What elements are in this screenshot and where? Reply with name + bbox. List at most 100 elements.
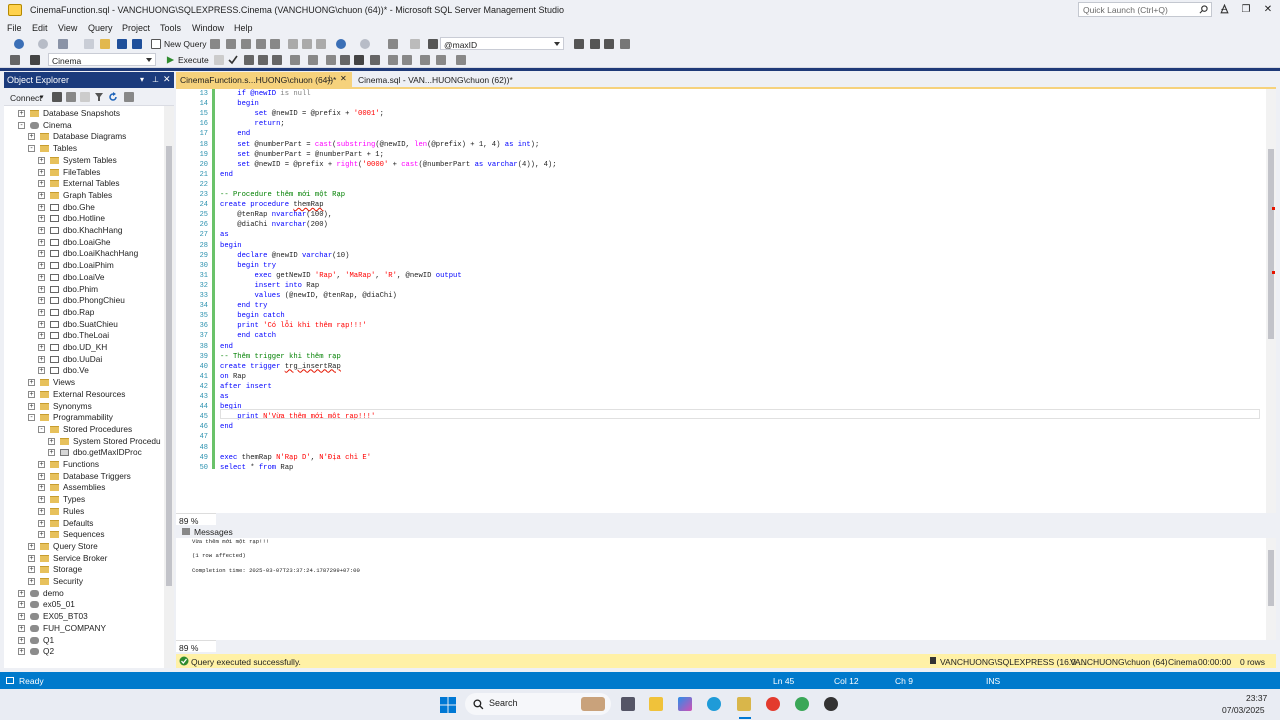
das-query-icon[interactable] <box>256 39 266 49</box>
expand-icon[interactable]: + <box>18 624 25 632</box>
open-icon[interactable] <box>84 39 94 49</box>
cut-icon[interactable] <box>288 39 298 49</box>
collapse-icon[interactable]: - <box>18 121 25 129</box>
menu-file[interactable]: File <box>7 23 22 33</box>
chrome-profile-icon[interactable] <box>795 697 809 711</box>
new-project-icon[interactable] <box>58 39 68 49</box>
find-in-files-icon[interactable] <box>574 39 584 49</box>
close-tab-icon[interactable]: ✕ <box>340 74 347 83</box>
code-line[interactable]: as <box>220 392 229 402</box>
menu-tools[interactable]: Tools <box>160 23 181 33</box>
quick-launch-input[interactable]: Quick Launch (Ctrl+Q) <box>1078 2 1212 17</box>
ssms-taskbar-icon[interactable] <box>737 697 751 711</box>
comment-icon[interactable] <box>388 55 398 65</box>
execute-button[interactable]: Execute <box>178 55 209 65</box>
code-area[interactable]: if @newID is null begin set @newID = @pr… <box>220 89 1260 513</box>
expand-icon[interactable]: + <box>38 355 45 363</box>
code-line[interactable]: begin catch <box>220 311 284 321</box>
stop-icon[interactable] <box>80 92 90 102</box>
menu-project[interactable]: Project <box>122 23 150 33</box>
messages-tab[interactable]: Messages <box>176 526 1276 538</box>
edge-icon[interactable] <box>707 697 721 711</box>
expand-icon[interactable]: + <box>18 613 25 621</box>
new-query-button[interactable]: New Query <box>164 39 207 49</box>
expand-icon[interactable]: + <box>38 367 45 375</box>
menu-query[interactable]: Query <box>88 23 113 33</box>
expand-icon[interactable]: + <box>38 180 45 188</box>
database-combo[interactable]: Cinema <box>48 53 156 66</box>
parse-icon[interactable] <box>228 55 238 65</box>
expand-icon[interactable]: + <box>38 250 45 258</box>
expand-icon[interactable]: + <box>38 168 45 176</box>
expand-icon[interactable]: + <box>38 531 45 539</box>
expand-icon[interactable]: + <box>28 390 35 398</box>
toolbox-icon[interactable] <box>604 39 614 49</box>
code-line[interactable]: if @newID is null <box>220 89 310 99</box>
object-explorer-scrollbar[interactable] <box>164 106 174 668</box>
refresh-icon[interactable] <box>108 92 118 102</box>
scrollbar-thumb[interactable] <box>1268 149 1274 339</box>
menu-edit[interactable]: Edit <box>32 23 48 33</box>
code-line[interactable]: end <box>220 422 233 432</box>
editor-vertical-scrollbar[interactable] <box>1266 89 1276 513</box>
expand-icon[interactable]: + <box>38 320 45 328</box>
task-view-icon[interactable] <box>621 697 635 711</box>
close-button[interactable]: ✕ <box>1260 3 1276 17</box>
collapse-icon[interactable]: - <box>28 145 35 153</box>
find-icon[interactable] <box>428 39 438 49</box>
uncomment-icon[interactable] <box>402 55 412 65</box>
expand-icon[interactable]: + <box>18 589 25 597</box>
specify-values-icon[interactable] <box>456 55 466 65</box>
scrollbar-thumb[interactable] <box>166 146 172 586</box>
code-line[interactable]: end <box>220 342 233 352</box>
code-line[interactable]: set @newID = @prefix + right('0000' + ca… <box>220 160 556 170</box>
save-all-icon[interactable] <box>132 39 142 49</box>
find-combo[interactable]: @maxID <box>440 37 564 50</box>
file-explorer-icon[interactable] <box>649 697 663 711</box>
menu-help[interactable]: Help <box>234 23 253 33</box>
expand-icon[interactable]: + <box>18 110 25 117</box>
disconnect-icon[interactable] <box>66 92 76 102</box>
app-icon[interactable] <box>824 697 838 711</box>
filter-icon[interactable] <box>94 92 104 102</box>
undo-icon[interactable] <box>336 39 346 49</box>
code-line[interactable]: on Rap <box>220 372 246 382</box>
expand-icon[interactable]: + <box>28 566 35 574</box>
expand-icon[interactable]: + <box>38 332 45 340</box>
expand-icon[interactable]: + <box>38 262 45 270</box>
code-line[interactable]: exec themRap N'Rạp D', N'Địa chỉ E' <box>220 453 371 463</box>
indent-icon[interactable] <box>436 55 446 65</box>
open-file-icon[interactable] <box>100 39 110 49</box>
maximize-button[interactable]: ❐ <box>1238 3 1254 17</box>
solution-icon[interactable] <box>388 39 398 49</box>
stats-icon[interactable] <box>308 55 318 65</box>
connect-button[interactable]: Connect <box>10 93 42 103</box>
forward-icon[interactable] <box>38 39 48 49</box>
expand-icon[interactable]: + <box>38 484 45 492</box>
code-line[interactable]: select * from Rap <box>220 463 293 473</box>
expand-icon[interactable]: + <box>28 379 35 387</box>
redo-icon[interactable] <box>360 39 370 49</box>
menu-window[interactable]: Window <box>192 23 224 33</box>
expand-icon[interactable]: + <box>38 227 45 234</box>
properties-icon[interactable] <box>590 39 600 49</box>
xmla-query-icon[interactable] <box>241 39 251 49</box>
scrollbar-thumb[interactable] <box>1268 550 1274 606</box>
expand-icon[interactable]: + <box>38 461 45 468</box>
code-line[interactable]: declare @newID varchar(10) <box>220 251 349 261</box>
connect-icon[interactable] <box>52 92 62 102</box>
mdx-query-icon[interactable] <box>210 39 220 49</box>
expand-icon[interactable]: + <box>38 507 45 515</box>
expand-icon[interactable]: + <box>38 519 45 527</box>
code-line[interactable]: set @numberPart = cast(substring(@newID,… <box>220 140 539 150</box>
collapse-icon[interactable]: - <box>28 414 35 422</box>
code-line[interactable]: insert into Rap <box>220 281 320 291</box>
analysis-icon[interactable] <box>270 39 280 49</box>
messages-scrollbar[interactable] <box>1266 538 1276 640</box>
include-plan-icon[interactable] <box>290 55 300 65</box>
code-line[interactable]: set @numberPart = @numberPart + 1; <box>220 150 384 160</box>
expand-icon[interactable]: + <box>48 437 55 445</box>
code-line[interactable]: set @newID = @prefix + '0001'; <box>220 109 384 119</box>
editor-zoom[interactable]: 89 % <box>176 513 216 526</box>
expand-icon[interactable]: + <box>38 285 45 293</box>
